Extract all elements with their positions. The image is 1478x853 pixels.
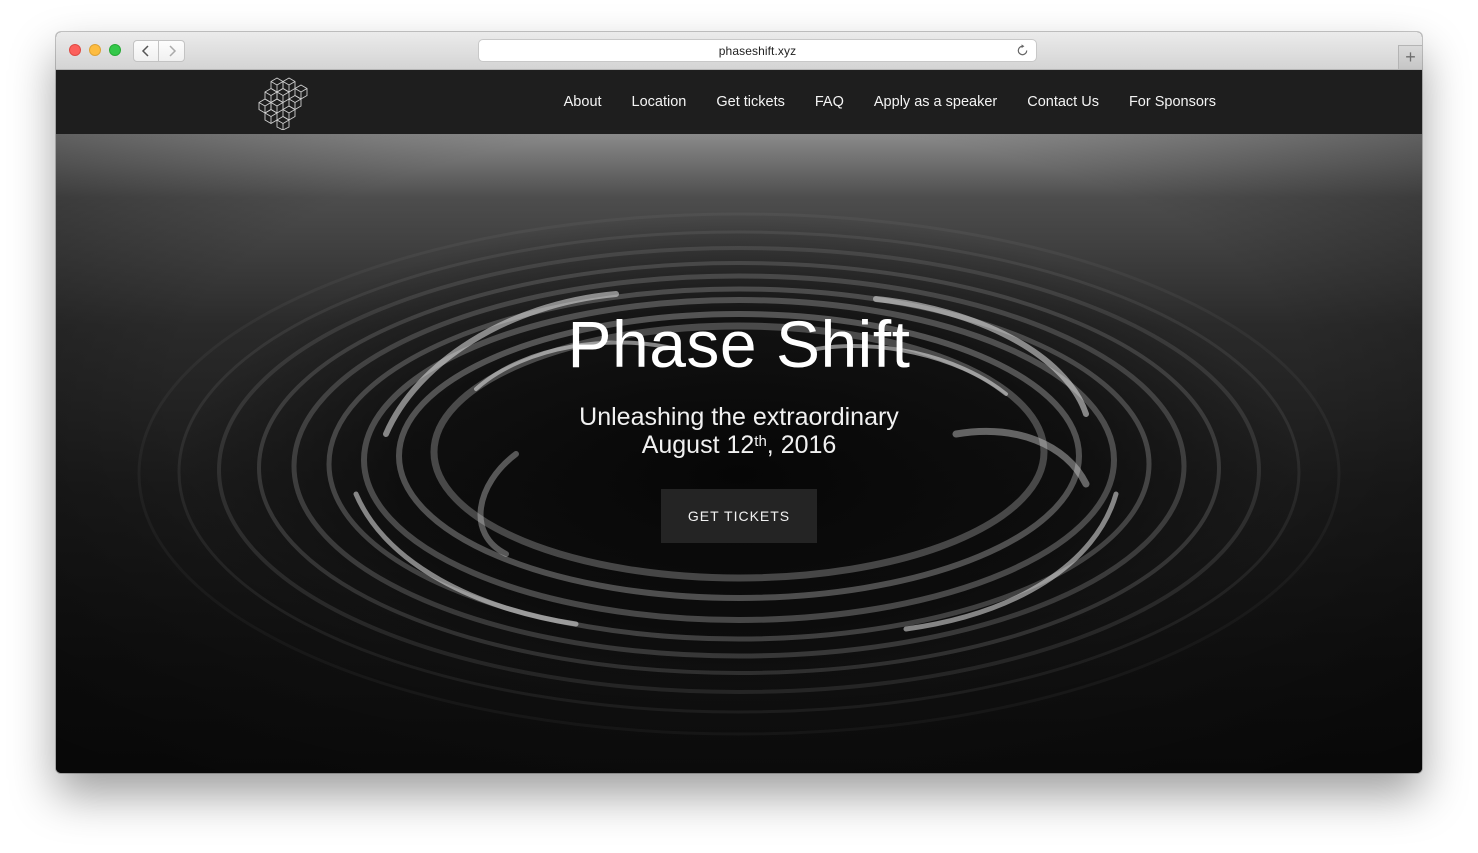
hero-section: Phase Shift Unleashing the extraordinary… — [56, 134, 1422, 773]
nav-link-contact[interactable]: Contact Us — [1027, 94, 1099, 110]
date-suffix-ordinal: th — [754, 433, 767, 450]
cube-cluster-logo[interactable] — [258, 76, 308, 130]
main-nav: About Location Get tickets FAQ Apply as … — [534, 70, 1216, 134]
chevron-right-icon — [168, 45, 176, 57]
browser-titlebar: phaseshift.xyz + — [56, 32, 1422, 70]
back-button[interactable] — [133, 40, 159, 62]
plus-icon: + — [1405, 47, 1416, 67]
nav-link-about[interactable]: About — [564, 94, 602, 110]
nav-link-sponsors[interactable]: For Sponsors — [1129, 94, 1216, 110]
nav-link-get-tickets[interactable]: Get tickets — [716, 94, 785, 110]
maximize-window-button[interactable] — [109, 44, 121, 56]
hero-title: Phase Shift — [567, 307, 911, 381]
get-tickets-button[interactable]: GET TICKETS — [661, 489, 817, 543]
minimize-window-button[interactable] — [89, 44, 101, 56]
date-year: , 2016 — [766, 431, 837, 459]
new-tab-button[interactable]: + — [1398, 45, 1422, 69]
site-header: About Location Get tickets FAQ Apply as … — [56, 70, 1422, 134]
close-window-button[interactable] — [69, 44, 81, 56]
forward-button[interactable] — [159, 40, 185, 62]
hero-tagline: Unleashing the extraordinary — [579, 403, 899, 431]
nav-link-location[interactable]: Location — [632, 94, 687, 110]
address-bar[interactable]: phaseshift.xyz — [478, 39, 1037, 62]
url-text: phaseshift.xyz — [718, 43, 797, 58]
browser-window: phaseshift.xyz + About Location Get tick… — [56, 32, 1422, 773]
nav-link-apply-speaker[interactable]: Apply as a speaker — [874, 94, 997, 110]
reload-icon[interactable] — [1015, 43, 1030, 58]
nav-link-faq[interactable]: FAQ — [815, 94, 844, 110]
chevron-left-icon — [141, 45, 149, 57]
date-prefix: August 12 — [641, 431, 755, 459]
hero-date: August 12th, 2016 — [56, 430, 1422, 460]
